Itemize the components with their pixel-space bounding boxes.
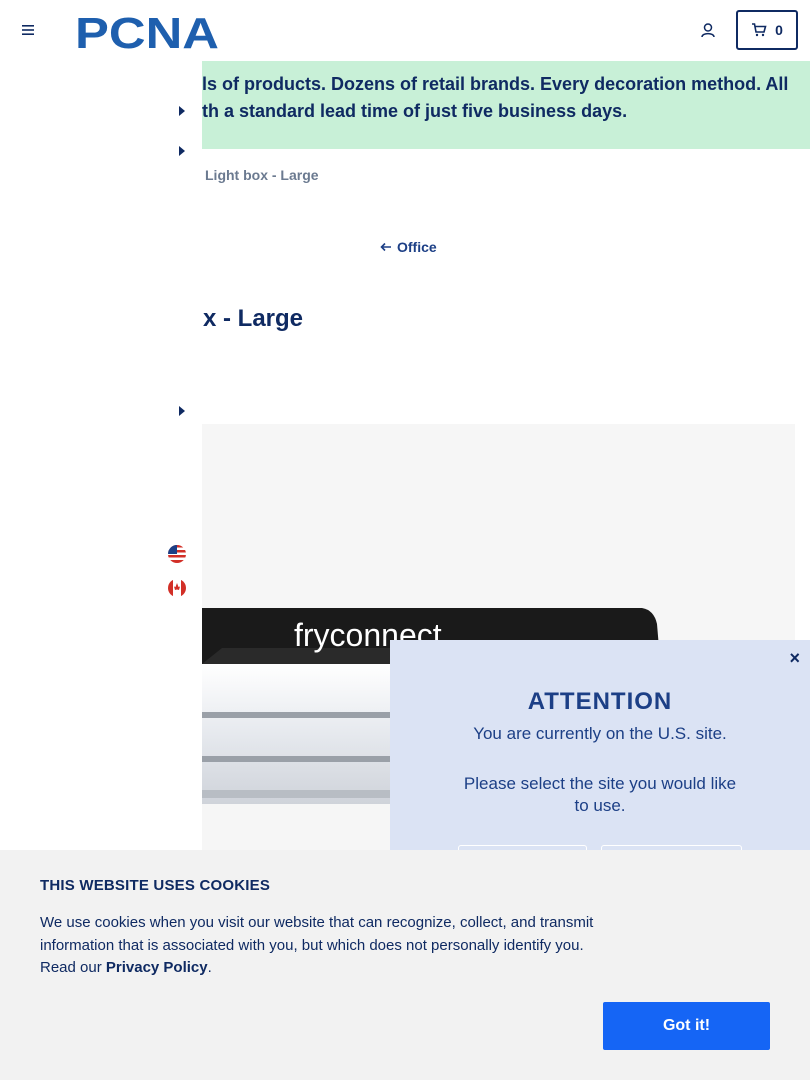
- got-it-button[interactable]: Got it!: [603, 1002, 770, 1050]
- product-title: x - Large: [203, 305, 304, 332]
- canada-flag-icon[interactable]: [168, 579, 186, 597]
- close-icon[interactable]: ×: [789, 648, 800, 669]
- back-link-label: Office: [397, 239, 437, 255]
- cookie-text: We use cookies when you visit our websit…: [40, 914, 594, 976]
- back-link[interactable]: Office: [380, 239, 437, 255]
- site-header: PCNA 0: [0, 0, 810, 60]
- cart-icon: [752, 23, 767, 37]
- pcna-logo[interactable]: PCNA: [75, 10, 225, 52]
- privacy-policy-link[interactable]: Privacy Policy: [106, 959, 208, 976]
- arrow-left-icon: [380, 242, 391, 252]
- promo-banner: ls of products. Dozens of retail brands.…: [202, 61, 810, 149]
- cart-button[interactable]: 0: [736, 10, 798, 50]
- menu-icon[interactable]: [20, 22, 36, 38]
- account-icon[interactable]: [699, 21, 717, 39]
- side-drawer: [0, 60, 202, 850]
- caret-right-icon[interactable]: [177, 405, 187, 417]
- caret-right-icon[interactable]: [177, 145, 187, 157]
- caret-right-icon[interactable]: [177, 105, 187, 117]
- us-flag-icon[interactable]: [168, 545, 186, 563]
- promo-line-1: ls of products. Dozens of retail brands.…: [202, 74, 789, 94]
- breadcrumb[interactable]: Light box - Large: [205, 167, 319, 183]
- attention-message-select-site: Please select the site you would like to…: [463, 774, 737, 815]
- cookie-heading: THIS WEBSITE USES COOKIES: [40, 877, 271, 894]
- svg-text:PCNA: PCNA: [75, 10, 219, 52]
- cookie-banner: THIS WEBSITE USES COOKIES We use cookies…: [0, 850, 810, 1080]
- attention-heading: ATTENTION: [527, 688, 673, 715]
- cart-count: 0: [775, 22, 783, 38]
- attention-message-current-site: You are currently on the U.S. site.: [473, 724, 727, 743]
- promo-line-2: th a standard lead time of just five bus…: [202, 101, 628, 121]
